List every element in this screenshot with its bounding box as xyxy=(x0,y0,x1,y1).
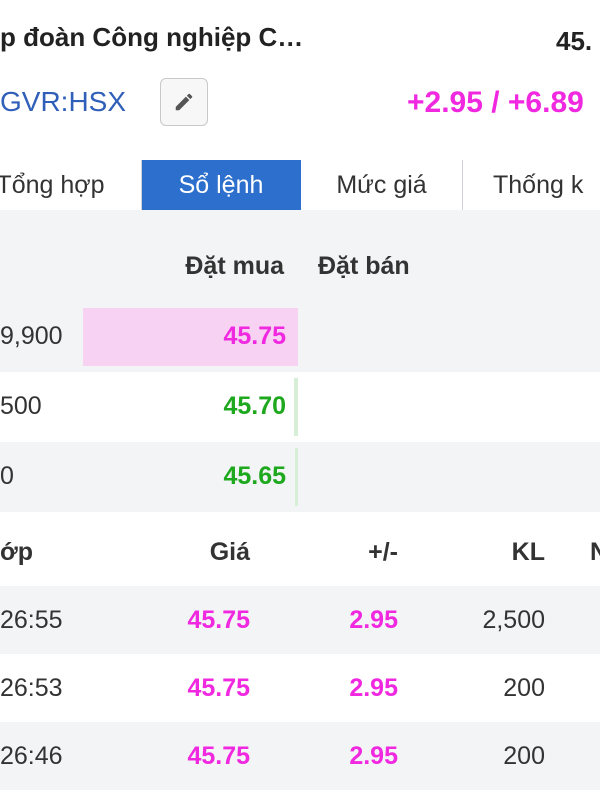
orderbook-row[interactable]: 0 45.65 xyxy=(0,442,600,512)
volume-bar xyxy=(294,378,298,436)
extra-column-header: N xyxy=(590,538,600,566)
trade-volume: 200 xyxy=(503,674,545,702)
tab-thong-ke[interactable]: Thống k xyxy=(463,160,600,210)
price-column-header: Giá xyxy=(209,538,250,566)
trade-change: 2.95 xyxy=(349,606,398,634)
orderbook-row[interactable]: 9,900 45.75 xyxy=(0,302,600,372)
volume-bar xyxy=(295,448,298,506)
company-name: p đoàn Công nghiệp C… xyxy=(0,22,304,52)
stock-detail-page: p đoàn Công nghiệp C… 45. GVR:HSX +2.95 … xyxy=(0,0,600,800)
edit-button[interactable] xyxy=(160,78,208,126)
orderbook-header: Đặt mua Đặt bán xyxy=(0,210,600,302)
tab-muc-gia[interactable]: Mức giá xyxy=(301,160,463,210)
trade-row[interactable]: 26:55 45.75 2.95 2,500 xyxy=(0,586,600,654)
trade-time: 26:53 xyxy=(0,674,63,702)
trade-volume: 2,500 xyxy=(482,606,545,634)
time-column-header: ớp xyxy=(0,538,34,566)
volume-column-header: KL xyxy=(511,538,545,566)
ticker-symbol[interactable]: GVR:HSX xyxy=(0,86,126,118)
change-column-header: +/- xyxy=(368,538,398,566)
trade-change: 2.95 xyxy=(349,674,398,702)
sell-column-header: Đặt bán xyxy=(318,252,410,280)
order-volume: 500 xyxy=(0,392,42,420)
stock-header: p đoàn Công nghiệp C… 45. GVR:HSX +2.95 … xyxy=(0,0,600,158)
trade-time: 26:46 xyxy=(0,742,63,770)
order-price: 45.65 xyxy=(223,462,286,490)
order-price: 45.70 xyxy=(223,392,286,420)
trade-price: 45.75 xyxy=(187,674,250,702)
current-price: 45. xyxy=(556,26,593,56)
price-change: +2.95 / +6.89 xyxy=(407,86,584,119)
order-volume: 0 xyxy=(0,462,14,490)
trade-change: 2.95 xyxy=(349,742,398,770)
tab-bar: Tổng hợp Sổ lệnh Mức giá Thống k xyxy=(0,160,600,210)
trade-volume: 200 xyxy=(503,742,545,770)
tab-tong-hop[interactable]: Tổng hợp xyxy=(0,160,142,210)
order-price: 45.75 xyxy=(223,322,286,350)
trade-row[interactable]: 26:46 45.75 2.95 200 xyxy=(0,722,600,790)
pencil-icon xyxy=(175,93,193,111)
order-volume: 9,900 xyxy=(0,322,63,350)
trades-header: ớp Giá +/- KL N xyxy=(0,512,600,586)
trade-row[interactable]: 26:53 45.75 2.95 200 xyxy=(0,654,600,722)
buy-column-header: Đặt mua xyxy=(185,252,284,280)
trade-price: 45.75 xyxy=(187,742,250,770)
tab-so-lenh[interactable]: Sổ lệnh xyxy=(142,160,301,210)
trade-price: 45.75 xyxy=(187,606,250,634)
trade-time: 26:55 xyxy=(0,606,63,634)
orderbook-row[interactable]: 500 45.70 xyxy=(0,372,600,442)
